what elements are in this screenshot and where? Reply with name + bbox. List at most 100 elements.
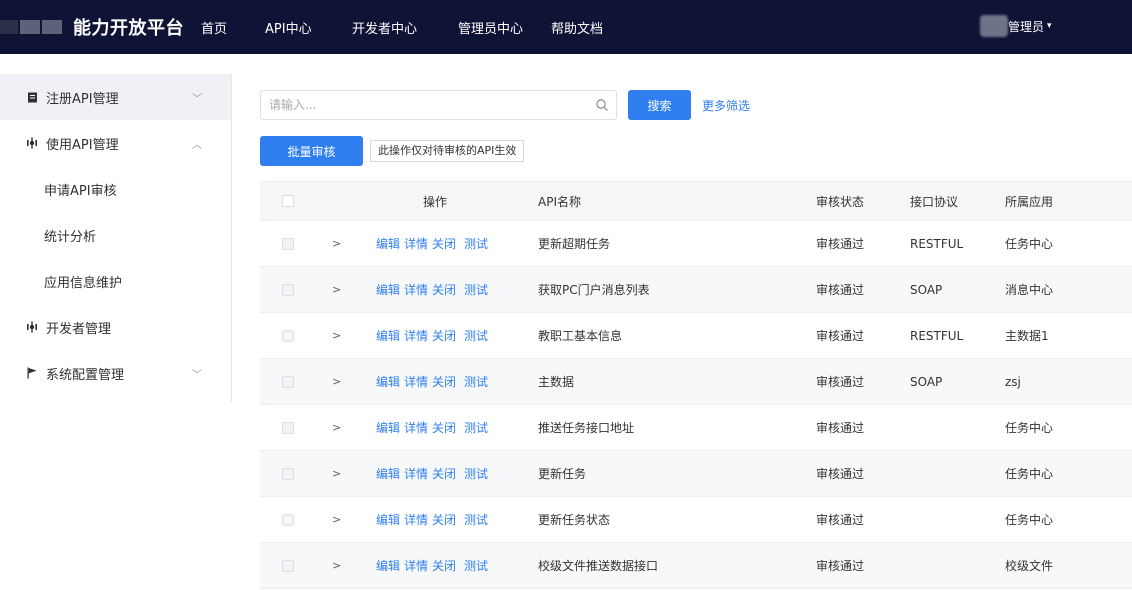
review-status-cell: 审核通过 xyxy=(816,421,865,435)
edit-link[interactable]: 编辑 xyxy=(376,557,400,574)
review-status-cell: 审核通过 xyxy=(816,513,865,527)
row-checkbox[interactable] xyxy=(282,559,294,572)
nav-home[interactable]: 首页 xyxy=(201,18,227,37)
expand-chevron-icon[interactable]: > xyxy=(332,329,341,342)
detail-link[interactable]: 详情 xyxy=(404,235,428,252)
edit-link[interactable]: 编辑 xyxy=(376,511,400,528)
test-link[interactable]: 测试 xyxy=(464,419,488,436)
expand-cell: > xyxy=(332,267,341,312)
detail-link[interactable]: 详情 xyxy=(404,511,428,528)
expand-cell: > xyxy=(332,405,341,450)
test-link[interactable]: 测试 xyxy=(464,373,488,390)
close-link[interactable]: 关闭 xyxy=(432,373,456,390)
api-name-cell: 更新任务 xyxy=(538,467,587,481)
edit-link[interactable]: 编辑 xyxy=(376,465,400,482)
row-select-cell xyxy=(282,221,294,266)
test-link[interactable]: 测试 xyxy=(464,465,488,482)
expand-chevron-icon[interactable]: > xyxy=(332,513,341,526)
row-checkbox[interactable] xyxy=(282,421,294,434)
row-checkbox[interactable] xyxy=(282,237,294,250)
developer-icon xyxy=(26,321,38,333)
close-link[interactable]: 关闭 xyxy=(432,235,456,252)
operations-cell: 编辑 详情 关闭 测试 xyxy=(376,359,492,404)
app-cell: 任务中心 xyxy=(1005,421,1054,435)
test-link[interactable]: 测试 xyxy=(464,511,488,528)
row-checkbox[interactable] xyxy=(282,329,294,342)
expand-cell: > xyxy=(332,543,341,588)
search-box xyxy=(260,90,617,120)
sidebar-item-register-api[interactable]: 注册API管理 ﹀ xyxy=(0,74,231,120)
test-link[interactable]: 测试 xyxy=(464,327,488,344)
close-link[interactable]: 关闭 xyxy=(432,557,456,574)
edit-link[interactable]: 编辑 xyxy=(376,327,400,344)
document-icon xyxy=(26,91,38,103)
row-checkbox[interactable] xyxy=(282,283,294,296)
table-row: > 编辑 详情 关闭 测试 主数据 审核通过 SOAP zsj xyxy=(260,359,1132,405)
sidebar-item-use-api[interactable]: 使用API管理 ︿ xyxy=(0,120,231,166)
close-link[interactable]: 关闭 xyxy=(432,511,456,528)
edit-link[interactable]: 编辑 xyxy=(376,235,400,252)
row-select-cell xyxy=(282,359,294,404)
sidebar-subitem-apply-review[interactable]: 申请API审核 xyxy=(0,166,231,212)
search-icon[interactable] xyxy=(595,98,609,112)
app-cell: zsj xyxy=(1005,374,1021,389)
protocol-cell: RESTFUL xyxy=(910,328,964,343)
detail-link[interactable]: 详情 xyxy=(404,281,428,298)
brand-title[interactable]: 能力开放平台 xyxy=(73,14,184,40)
api-name-cell: 更新任务状态 xyxy=(538,513,611,527)
api-table: 操作 API名称 审核状态 接口协议 所属应用 > 编辑 详情 关闭 测试 更新超期任务审… xyxy=(260,181,1132,589)
row-select-cell xyxy=(282,267,294,312)
close-link[interactable]: 关闭 xyxy=(432,465,456,482)
test-link[interactable]: 测试 xyxy=(464,557,488,574)
sidebar-subitem-statistics[interactable]: 统计分析 xyxy=(0,212,231,258)
user-name: 管理员 xyxy=(1008,19,1045,34)
test-link[interactable]: 测试 xyxy=(464,281,488,298)
expand-chevron-icon[interactable]: > xyxy=(332,375,341,388)
expand-chevron-icon[interactable]: > xyxy=(332,467,341,480)
edit-link[interactable]: 编辑 xyxy=(376,373,400,390)
table-row: > 编辑 详情 关闭 测试 获取PC门户消息列表 审核通过 SOAP 消息中心 xyxy=(260,267,1132,313)
operations-cell: 编辑 详情 关闭 测试 xyxy=(376,405,492,450)
detail-link[interactable]: 详情 xyxy=(404,327,428,344)
expand-chevron-icon[interactable]: > xyxy=(332,559,341,572)
protocol-cell: SOAP xyxy=(910,282,943,297)
row-checkbox[interactable] xyxy=(282,513,294,526)
select-all-checkbox[interactable] xyxy=(282,195,294,207)
detail-link[interactable]: 详情 xyxy=(404,419,428,436)
close-link[interactable]: 关闭 xyxy=(432,327,456,344)
sidebar-subitem-app-info[interactable]: 应用信息维护 xyxy=(0,258,231,304)
detail-link[interactable]: 详情 xyxy=(404,557,428,574)
app-cell: 任务中心 xyxy=(1005,237,1054,251)
nav-admin-center[interactable]: 管理员中心 xyxy=(458,18,523,37)
nav-help-docs[interactable]: 帮助文档 xyxy=(551,18,603,37)
close-link[interactable]: 关闭 xyxy=(432,419,456,436)
nav-developer-center[interactable]: 开发者中心 xyxy=(352,18,417,37)
expand-chevron-icon[interactable]: > xyxy=(332,283,341,296)
api-name-cell: 推送任务接口地址 xyxy=(538,421,635,435)
nav-api-center[interactable]: API中心 xyxy=(265,18,312,37)
expand-cell: > xyxy=(332,451,341,496)
more-filters-link[interactable]: 更多筛选 xyxy=(702,97,750,114)
detail-link[interactable]: 详情 xyxy=(404,373,428,390)
search-button[interactable]: 搜索 xyxy=(628,90,691,120)
detail-link[interactable]: 详情 xyxy=(404,465,428,482)
edit-link[interactable]: 编辑 xyxy=(376,281,400,298)
expand-chevron-icon[interactable]: > xyxy=(332,421,341,434)
row-checkbox[interactable] xyxy=(282,467,294,480)
sidebar-item-system-config[interactable]: 系统配置管理 ﹀ xyxy=(0,350,231,396)
edit-link[interactable]: 编辑 xyxy=(376,419,400,436)
sidebar-item-developer[interactable]: 开发者管理 xyxy=(0,304,231,350)
search-input[interactable] xyxy=(261,91,581,119)
col-protocol: 接口协议 xyxy=(910,194,959,209)
test-link[interactable]: 测试 xyxy=(464,235,488,252)
review-status-cell: 审核通过 xyxy=(816,237,865,251)
col-api-name: API名称 xyxy=(538,194,581,209)
table-row: > 编辑 详情 关闭 测试 更新任务状态 审核通过 任务中心 xyxy=(260,497,1132,543)
row-checkbox[interactable] xyxy=(282,375,294,388)
expand-chevron-icon[interactable]: > xyxy=(332,237,341,250)
close-link[interactable]: 关闭 xyxy=(432,281,456,298)
user-menu[interactable]: 管理员 ▾ xyxy=(980,12,1052,40)
api-name-cell: 主数据 xyxy=(538,375,575,389)
app-cell: 任务中心 xyxy=(1005,513,1054,527)
batch-review-button[interactable]: 批量审核 xyxy=(260,136,363,166)
